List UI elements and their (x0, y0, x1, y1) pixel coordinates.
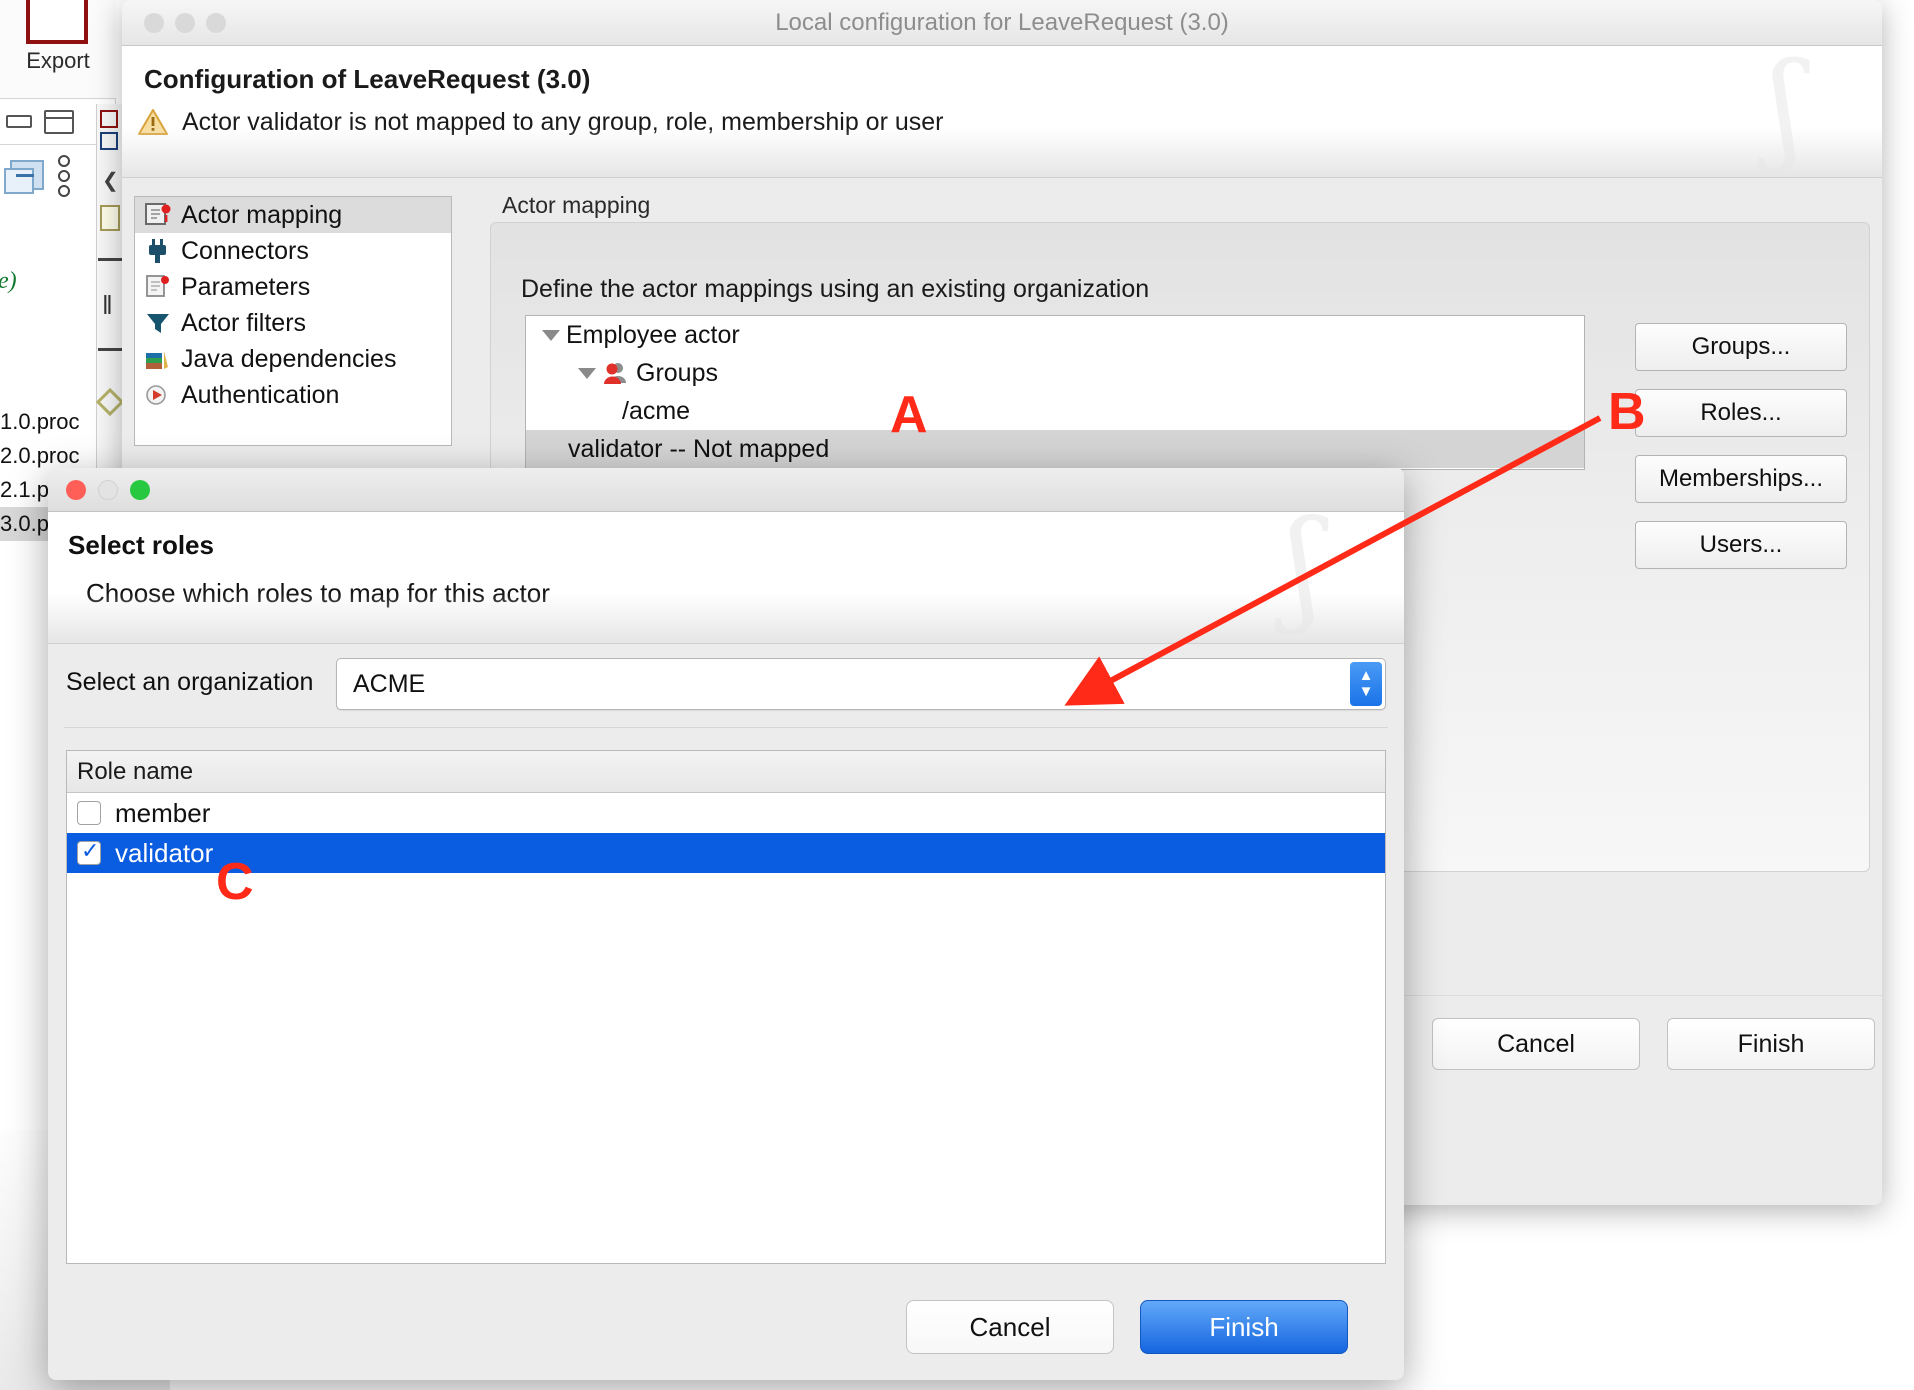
overflow-menu-icon[interactable] (58, 155, 72, 199)
active-label: tive) (0, 268, 17, 294)
palette-collapse-icon[interactable]: ❮ (102, 168, 119, 193)
tree-row[interactable]: Groups (526, 354, 1584, 392)
sidebar-item-label: Parameters (181, 272, 311, 301)
maximize-icon[interactable] (44, 110, 74, 134)
finish-button[interactable]: Finish (1140, 1300, 1348, 1354)
actor-mapping-icon (143, 201, 173, 229)
memberships-button[interactable]: Memberships... (1635, 455, 1847, 503)
close-button[interactable] (66, 479, 86, 500)
cancel-button[interactable]: Cancel (906, 1300, 1114, 1354)
window-title: Local configuration for LeaveRequest (3.… (775, 8, 1229, 36)
tree-row-label: validator -- Not mapped (568, 434, 830, 463)
group-icon (602, 361, 628, 385)
tree-row[interactable]: Employee actor (526, 316, 1584, 354)
sidebar-item-java-dependencies[interactable]: Java dependencies (135, 341, 451, 377)
roles-dialog-titlebar (48, 468, 1404, 512)
chevron-down-icon[interactable] (578, 367, 596, 379)
sidebar-item-label: Authentication (181, 380, 340, 409)
organization-value: ACME (353, 670, 426, 698)
filter-funnel-icon (143, 309, 173, 337)
palette-line-icon[interactable] (98, 258, 124, 261)
palette-red-square-icon[interactable] (100, 110, 118, 128)
tree-row[interactable]: /acme (526, 392, 1584, 430)
sidebar-item-parameters[interactable]: Parameters (135, 269, 451, 305)
main-dialog-titlebar: Local configuration for LeaveRequest (3.… (122, 0, 1882, 46)
roles-dialog-footer: Cancel Finish (48, 1276, 1404, 1380)
organization-label: Select an organization (66, 668, 314, 696)
export-label: Export (26, 48, 90, 73)
sidebar-item-authentication[interactable]: Authentication (135, 377, 451, 413)
palette-flag-icon[interactable] (100, 205, 120, 231)
header-gradient (122, 127, 1882, 177)
zoom-button[interactable] (130, 479, 150, 500)
users-button[interactable]: Users... (1635, 521, 1847, 569)
annotation-label-b: B (1608, 383, 1646, 441)
palette-gateway-icon[interactable]: ‖ (102, 290, 113, 321)
select-roles-dialog: Select roles Choose which roles to map f… (48, 468, 1404, 1380)
roles-dialog-header: Select roles Choose which roles to map f… (48, 512, 1404, 644)
sidebar-item-label: Java dependencies (181, 344, 397, 373)
finish-button[interactable]: Finish (1667, 1018, 1875, 1070)
actor-mapping-tree[interactable]: Employee actor Groups /acme validator --… (525, 315, 1585, 470)
table-row[interactable]: member (67, 793, 1385, 833)
parameters-icon (143, 273, 173, 301)
java-books-icon (143, 345, 173, 373)
list-item[interactable]: 1.0.proc (0, 405, 86, 439)
annotation-label-c: C (216, 853, 254, 911)
tree-row-label: Employee actor (566, 320, 740, 349)
mapping-actions: Groups... Roles... Memberships... Users.… (1635, 323, 1847, 587)
sidebar-item-label: Connectors (181, 236, 309, 265)
sidebar-item-connectors[interactable]: Connectors (135, 233, 451, 269)
groups-button[interactable]: Groups... (1635, 323, 1847, 371)
sidebar-item-label: Actor filters (181, 308, 307, 337)
row-checkbox[interactable] (77, 801, 101, 825)
organization-selector-row: Select an organization ACME ▲ ▼ (48, 644, 1404, 728)
roles-table[interactable]: Role name member validator (66, 750, 1386, 1264)
sidebar-item-label: Actor mapping (181, 200, 343, 229)
role-name-label: validator (115, 837, 214, 868)
sidebar-item-actor-filters[interactable]: Actor filters (135, 305, 451, 341)
page-title: Configuration of LeaveRequest (3.0) (144, 64, 591, 94)
configuration-nav-list[interactable]: Actor mapping Connectors Parameters Acto… (134, 196, 452, 446)
chevron-updown-icon[interactable]: ▲ ▼ (1350, 662, 1382, 706)
roles-button[interactable]: Roles... (1635, 389, 1847, 437)
connector-plug-icon (143, 237, 173, 265)
palette-line-icon[interactable] (98, 348, 124, 351)
roles-dialog-title: Select roles (68, 530, 214, 560)
divider (0, 98, 116, 99)
section-label: Actor mapping (502, 192, 651, 218)
tree-row-label: Groups (636, 358, 718, 387)
cancel-button[interactable]: Cancel (1432, 1018, 1640, 1070)
annotation-label-a: A (890, 386, 928, 444)
row-checkbox[interactable] (77, 838, 101, 865)
role-name-label: member (115, 797, 211, 828)
chevron-down-icon[interactable] (542, 329, 560, 341)
sidebar-item-actor-mapping[interactable]: Actor mapping (135, 197, 451, 233)
main-dialog-header: Configuration of LeaveRequest (3.0) Acto… (122, 46, 1882, 178)
collapse-all-icon[interactable] (6, 115, 32, 128)
window-controls[interactable] (66, 479, 150, 500)
authentication-icon (143, 381, 173, 409)
header-gradient (48, 593, 1404, 643)
table-row[interactable]: validator (67, 833, 1385, 873)
layers-icon[interactable] (4, 160, 44, 194)
tree-row[interactable]: validator -- Not mapped (526, 430, 1584, 468)
palette-blue-square-icon[interactable] (100, 132, 118, 150)
organization-select[interactable]: ACME ▲ ▼ (336, 658, 1386, 710)
minimize-button[interactable] (98, 479, 118, 500)
tree-row-label: /acme (622, 396, 691, 425)
divider (64, 727, 1388, 728)
panel-description: Define the actor mappings using an exist… (521, 275, 1150, 303)
table-column-header: Role name (67, 751, 1385, 793)
